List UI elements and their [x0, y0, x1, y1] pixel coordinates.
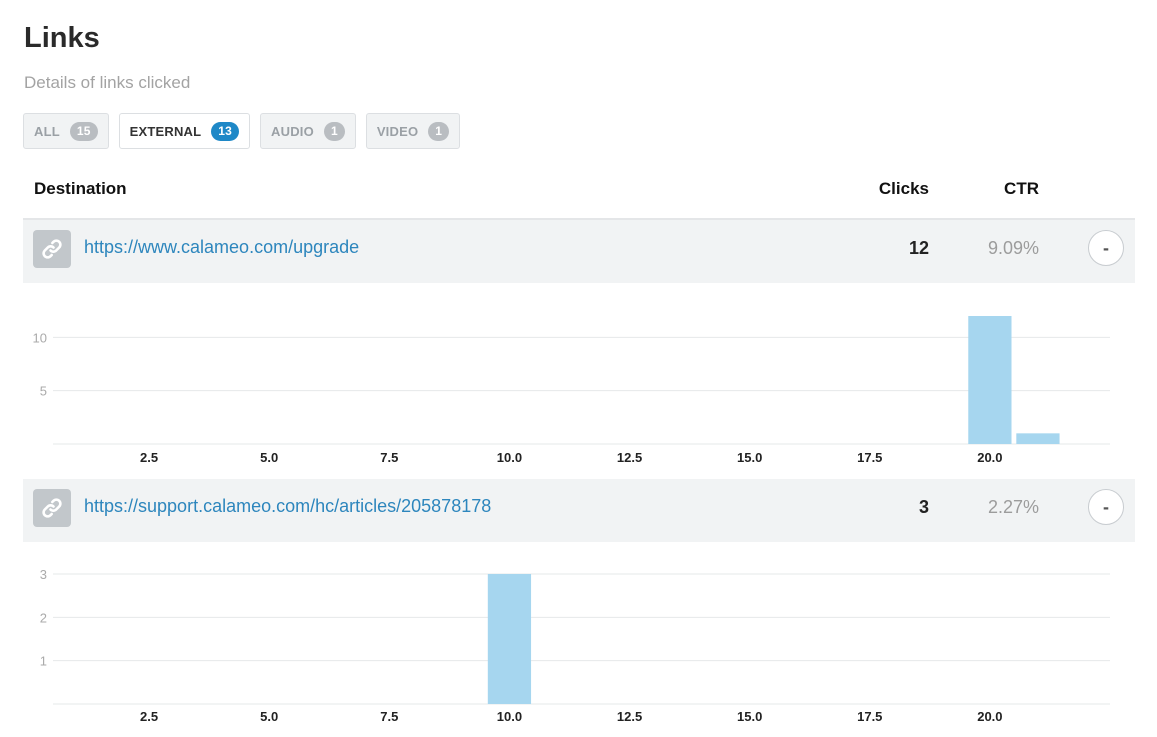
column-header-destination: Destination	[34, 179, 127, 198]
clicks-chart-1: 5 10 2.5 5.0 7.5 10.0 12.5 15.0 17.5 20.0	[23, 300, 1135, 472]
filter-tabs: ALL 15 EXTERNAL 13 AUDIO 1 VIDEO 1	[23, 113, 461, 151]
x-tick-label: 15.0	[737, 450, 762, 465]
x-tick-label: 2.5	[140, 709, 158, 724]
x-tick-label: 17.5	[857, 709, 882, 724]
table-header: Destination Clicks CTR	[23, 170, 1135, 220]
filter-count-badge: 1	[323, 121, 345, 141]
bar-chart-svg: 5 10 2.5 5.0 7.5 10.0 12.5 15.0 17.5 20.0	[33, 316, 1110, 465]
collapse-button[interactable]: -	[1088, 489, 1124, 525]
filter-tab-external[interactable]: EXTERNAL 13	[118, 113, 251, 149]
page-subtitle: Details of links clicked	[24, 73, 191, 92]
filter-tab-audio[interactable]: AUDIO 1	[260, 113, 356, 149]
bar[interactable]	[968, 316, 1012, 444]
minus-icon: -	[1103, 237, 1109, 258]
filter-tab-all[interactable]: ALL 15	[23, 113, 109, 149]
x-tick-label: 7.5	[380, 450, 398, 465]
y-tick-label: 2	[40, 610, 47, 625]
x-tick-label: 20.0	[977, 450, 1002, 465]
y-tick-label: 10	[33, 330, 47, 345]
link-ctr-value: 9.09%	[987, 238, 1039, 258]
x-tick-label: 5.0	[260, 450, 278, 465]
filter-label: AUDIO	[271, 123, 314, 139]
filter-count-badge: 1	[428, 121, 450, 141]
bar-chart-svg: 1 2 3 2.5 5.0 7.5 10.0 12.5 15.0 17.5 20.0	[40, 567, 1110, 724]
chain-link-icon	[33, 489, 71, 527]
y-tick-label: 3	[40, 567, 47, 582]
link-destination-url[interactable]: https://www.calameo.com/upgrade	[84, 237, 359, 258]
link-row: https://www.calameo.com/upgrade 12 9.09%…	[23, 220, 1135, 283]
bar[interactable]	[487, 574, 532, 704]
x-tick-label: 15.0	[737, 709, 762, 724]
x-tick-label: 17.5	[857, 450, 882, 465]
filter-count-badge: 13	[211, 121, 240, 141]
column-header-clicks: Clicks	[878, 179, 929, 198]
link-clicks-count: 12	[908, 238, 929, 258]
filter-label: EXTERNAL	[129, 123, 202, 139]
link-clicks-count: 3	[918, 497, 929, 517]
column-header-ctr: CTR	[1004, 179, 1039, 198]
page-title: Links	[24, 22, 100, 54]
filter-label: VIDEO	[376, 123, 419, 139]
chain-link-icon	[33, 230, 71, 268]
filter-count-badge: 15	[69, 121, 98, 141]
y-tick-label: 5	[40, 384, 47, 399]
x-tick-label: 5.0	[260, 709, 278, 724]
x-tick-label: 10.0	[497, 450, 522, 465]
x-tick-label: 12.5	[617, 450, 642, 465]
link-row: https://support.calameo.com/hc/articles/…	[23, 479, 1135, 542]
x-tick-label: 10.0	[497, 709, 522, 724]
x-tick-label: 7.5	[380, 709, 398, 724]
minus-icon: -	[1103, 496, 1109, 517]
x-tick-label: 12.5	[617, 709, 642, 724]
filter-label: ALL	[34, 123, 60, 139]
y-tick-label: 1	[40, 654, 47, 669]
bar[interactable]	[1016, 433, 1060, 444]
link-ctr-value: 2.27%	[987, 497, 1039, 517]
x-tick-label: 20.0	[977, 709, 1002, 724]
link-destination-url[interactable]: https://support.calameo.com/hc/articles/…	[84, 496, 491, 517]
collapse-button[interactable]: -	[1088, 230, 1124, 266]
x-tick-label: 2.5	[140, 450, 158, 465]
clicks-chart-2: 1 2 3 2.5 5.0 7.5 10.0 12.5 15.0 17.5 20.0	[23, 560, 1135, 732]
filter-tab-video[interactable]: VIDEO 1	[365, 113, 461, 149]
